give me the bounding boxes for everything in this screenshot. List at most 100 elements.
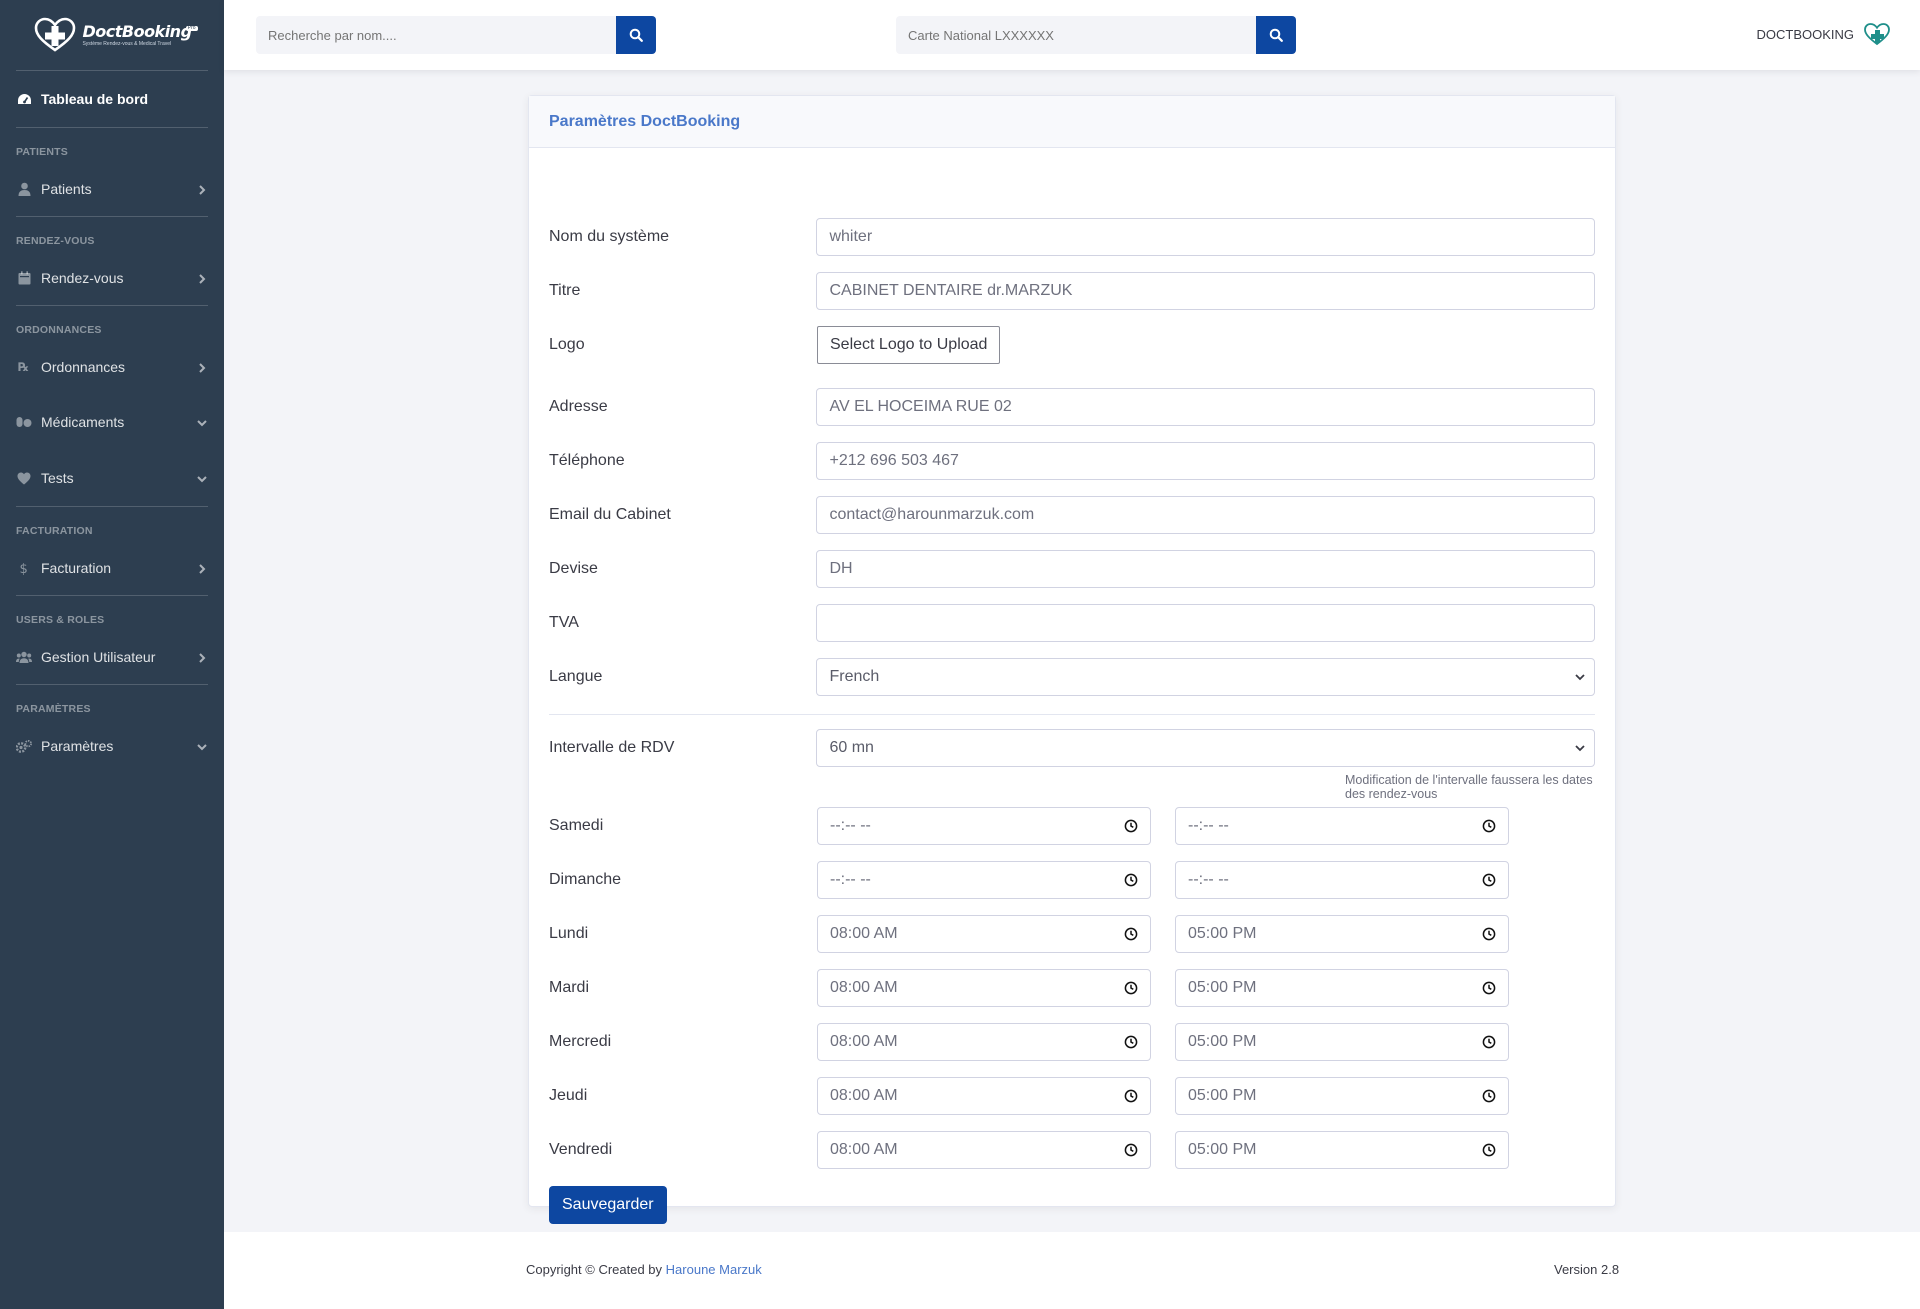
address-input[interactable]: AV EL HOCEIMA RUE 02 xyxy=(816,388,1595,426)
day-start-time-input[interactable]: 08:00 AM xyxy=(817,915,1151,953)
field-logo: Logo Select Logo to Upload xyxy=(549,326,1595,364)
author-link[interactable]: Haroune Marzuk xyxy=(666,1262,762,1277)
search-cin-button[interactable] xyxy=(1256,16,1296,54)
field-vat: TVA xyxy=(549,604,1595,642)
field-phone: Téléphone +212 696 503 467 xyxy=(549,442,1595,480)
field-label: Nom du système xyxy=(549,228,670,245)
clock-icon xyxy=(1482,873,1496,887)
sidebar-item-tests[interactable]: Tests xyxy=(0,450,224,506)
day-end-time-input[interactable]: 05:00 PM xyxy=(1175,969,1509,1007)
clock-icon xyxy=(1482,1143,1496,1157)
chevron-right-icon xyxy=(196,183,208,195)
dollar-icon: $ xyxy=(16,560,32,576)
day-end-time-input[interactable]: 05:00 PM xyxy=(1175,915,1509,953)
sidebar-item-label: Gestion Utilisateur xyxy=(41,649,156,665)
currency-input[interactable]: DH xyxy=(816,550,1595,588)
brand[interactable]: DoctBooking Système Rendez-vous & Medica… xyxy=(0,0,224,70)
chevron-down-icon xyxy=(1574,671,1586,683)
sidebar-item-facturation[interactable]: $ Facturation xyxy=(0,541,224,595)
day-row: Mardi 08:00 AM 05:00 PM xyxy=(549,969,1595,1007)
title-input[interactable]: CABINET DENTAIRE dr.MARZUK xyxy=(816,272,1595,310)
sidebar-item-medicaments[interactable]: Médicaments xyxy=(0,394,224,450)
time-value: 08:00 AM xyxy=(830,1141,898,1158)
phone-input[interactable]: +212 696 503 467 xyxy=(816,442,1595,480)
select-logo-button[interactable]: Select Logo to Upload xyxy=(817,326,1001,364)
chevron-right-icon xyxy=(196,651,208,663)
time-value: 05:00 PM xyxy=(1188,1033,1257,1050)
copyright-text: Copyright © Created by xyxy=(526,1262,663,1277)
field-label: Devise xyxy=(549,560,598,577)
field-label: Email du Cabinet xyxy=(549,506,671,523)
field-label: Titre xyxy=(549,282,581,299)
sidebar-item-label: Facturation xyxy=(41,560,112,576)
field-system-name: Nom du système whiter xyxy=(549,218,1595,256)
sidebar-item-rendez-vous[interactable]: Rendez-vous xyxy=(0,251,224,305)
clock-icon xyxy=(1124,1035,1138,1049)
day-start-time-input[interactable]: 08:00 AM xyxy=(817,1131,1151,1169)
day-label: Samedi xyxy=(549,817,604,834)
email-input[interactable]: contact@harounmarzuk.com xyxy=(816,496,1595,534)
sidebar-item-label: Tableau de bord xyxy=(41,91,149,107)
brand-logo[interactable]: DoctBooking Système Rendez-vous & Medica… xyxy=(32,17,198,53)
day-end-time-input[interactable]: --:-- -- xyxy=(1175,807,1509,845)
sidebar-item-gestion-utilisateur[interactable]: Gestion Utilisateur xyxy=(0,630,224,684)
sidebar-item-label: Médicaments xyxy=(41,414,125,430)
brand-badge: Pro xyxy=(185,24,198,31)
system-name-input[interactable]: whiter xyxy=(816,218,1595,256)
search-name-input[interactable] xyxy=(256,16,616,54)
time-value: 05:00 PM xyxy=(1188,979,1257,996)
day-label: Lundi xyxy=(549,925,589,942)
user-name: DOCTBOOKING xyxy=(1756,26,1854,42)
clock-icon xyxy=(1124,819,1138,833)
users-icon xyxy=(16,649,32,665)
save-button[interactable]: Sauvegarder xyxy=(549,1186,667,1224)
sidebar-item-patients[interactable]: Patients xyxy=(0,162,224,216)
settings-card-title: Paramètres DoctBooking xyxy=(529,96,1615,148)
sidebar-item-parametres[interactable]: Paramètres xyxy=(0,719,224,773)
sidebar-item-dashboard[interactable]: Tableau de bord xyxy=(0,71,224,127)
field-label: Langue xyxy=(549,668,603,685)
day-start-time-input[interactable]: --:-- -- xyxy=(817,807,1151,845)
svg-text:℞: ℞ xyxy=(18,360,29,374)
clock-icon xyxy=(1482,819,1496,833)
user-avatar-icon xyxy=(1862,22,1892,46)
day-end-time-input[interactable]: --:-- -- xyxy=(1175,861,1509,899)
interval-select-value: 60 mn xyxy=(829,739,874,756)
day-start-time-input[interactable]: 08:00 AM xyxy=(817,1023,1151,1061)
field-email: Email du Cabinet contact@harounmarzuk.co… xyxy=(549,496,1595,534)
day-end-time-input[interactable]: 05:00 PM xyxy=(1175,1023,1509,1061)
day-end-time-input[interactable]: 05:00 PM xyxy=(1175,1077,1509,1115)
language-select[interactable]: French xyxy=(816,658,1595,696)
interval-hint: Modification de l'intervalle faussera le… xyxy=(1345,773,1593,801)
search-name-button[interactable] xyxy=(616,16,656,54)
sidebar-item-ordonnances[interactable]: ℞ Ordonnances xyxy=(0,340,224,394)
field-currency: Devise DH xyxy=(549,550,1595,588)
sidebar-item-label: Ordonnances xyxy=(41,359,126,375)
sidebar-item-label: Tests xyxy=(41,470,74,486)
interval-select[interactable]: 60 mn xyxy=(816,729,1595,767)
day-label: Vendredi xyxy=(549,1141,613,1158)
search-cin-input[interactable] xyxy=(896,16,1256,54)
heart-cross-logo-icon xyxy=(32,17,78,53)
gauge-icon xyxy=(16,91,32,107)
sidebar: DoctBooking Système Rendez-vous & Medica… xyxy=(0,0,224,1309)
day-row: Mercredi 08:00 AM 05:00 PM xyxy=(549,1023,1595,1061)
time-value: 05:00 PM xyxy=(1188,1141,1257,1158)
day-start-time-input[interactable]: 08:00 AM xyxy=(817,969,1151,1007)
clock-icon xyxy=(1124,873,1138,887)
day-start-time-input[interactable]: --:-- -- xyxy=(817,861,1151,899)
day-end-time-input[interactable]: 05:00 PM xyxy=(1175,1131,1509,1169)
clock-icon xyxy=(1482,981,1496,995)
version: Version 2.8 xyxy=(1554,1262,1620,1277)
settings-card: Paramètres DoctBooking Nom du système wh… xyxy=(528,95,1616,1224)
time-value: --:-- -- xyxy=(1188,817,1229,834)
sidebar-item-label: Patients xyxy=(41,181,92,197)
field-label: Logo xyxy=(549,336,585,353)
sidebar-item-label: Paramètres xyxy=(41,738,114,754)
day-label: Mercredi xyxy=(549,1033,612,1050)
day-start-time-input[interactable]: 08:00 AM xyxy=(817,1077,1151,1115)
vat-input[interactable] xyxy=(816,604,1595,642)
user-menu[interactable]: DOCTBOOKING xyxy=(1756,22,1892,46)
search-by-name xyxy=(256,16,656,54)
form-divider xyxy=(549,714,1595,715)
